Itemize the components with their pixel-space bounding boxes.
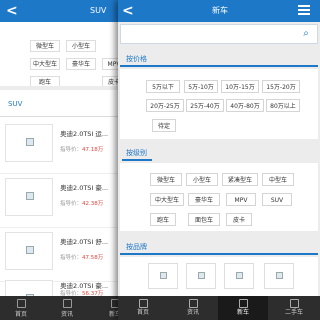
- used-car-icon: [289, 299, 299, 308]
- bottom-tab-bar: 首页 资讯 新车 二手车: [118, 296, 320, 320]
- class-option-suv[interactable]: SUV: [262, 193, 292, 206]
- class-option-van[interactable]: 面包车: [188, 213, 220, 226]
- class-option-sports[interactable]: 跑车: [150, 213, 176, 226]
- price-option-5w-10w[interactable]: 5万-10万: [184, 80, 218, 93]
- price-option-15w-20w[interactable]: 15万-20万: [262, 80, 300, 93]
- class-option-pickup[interactable]: 皮卡: [226, 213, 252, 226]
- tab-new-car-label: 新车: [236, 309, 249, 316]
- back-button[interactable]: <: [122, 1, 138, 21]
- tab-new-car[interactable]: 新车: [218, 296, 268, 320]
- brand-section: [120, 257, 318, 296]
- background-page-title: SUV: [90, 6, 107, 15]
- class-option-compact[interactable]: 紧凑型车: [222, 173, 258, 186]
- page-title: 新车: [212, 6, 228, 15]
- class-option-mpv[interactable]: MPV: [226, 193, 256, 206]
- tab-used-car[interactable]: 二手车: [268, 296, 320, 320]
- new-car-page: < 新车 ⌕ 按价格 5万以下 5万-10万 10万-15万 15万-20万 2…: [118, 0, 320, 320]
- price-section: 5万以下 5万-10万 10万-15万 15万-20万 20万-25万 25万-…: [120, 69, 318, 139]
- menu-icon[interactable]: [298, 5, 310, 16]
- tab-used-car-label: 二手车: [284, 309, 303, 316]
- class-option-small[interactable]: 小型车: [186, 173, 218, 186]
- news-icon: [188, 299, 198, 308]
- brand-item[interactable]: [264, 263, 294, 289]
- brand-section-title: 按品牌: [126, 243, 147, 251]
- image-placeholder-icon: [198, 272, 205, 279]
- search-bar: ⌕: [120, 24, 318, 44]
- class-option-luxury[interactable]: 豪华车: [188, 193, 220, 206]
- class-option-micro[interactable]: 微型车: [150, 173, 182, 186]
- brand-item[interactable]: [148, 263, 178, 289]
- price-section-title: 按价格: [126, 55, 147, 63]
- class-section-underline: [122, 159, 152, 161]
- class-section: 微型车 小型车 紧凑型车 中型车 中大型车 豪华车 MPV SUV 跑车 面包车…: [120, 163, 318, 231]
- search-input[interactable]: [123, 27, 293, 41]
- image-placeholder-icon: [276, 272, 283, 279]
- brand-item[interactable]: [224, 263, 254, 289]
- tab-news[interactable]: 资讯: [168, 296, 218, 320]
- home-icon: [138, 299, 148, 308]
- search-icon[interactable]: ⌕: [298, 26, 314, 42]
- tab-news-label: 资讯: [186, 309, 199, 316]
- image-placeholder-icon: [160, 272, 167, 279]
- price-option-20w-25w[interactable]: 20万-25万: [146, 99, 184, 112]
- header-bar: < 新车: [118, 0, 320, 22]
- price-section-underline: [120, 65, 318, 67]
- background-header: < SUV: [0, 0, 118, 22]
- class-section-title: 按级别: [126, 149, 147, 157]
- price-option-25w-40w[interactable]: 25万-40万: [186, 99, 224, 112]
- car-icon: [238, 299, 248, 308]
- background-dim-overlay: [0, 22, 118, 320]
- class-option-large[interactable]: 中大型车: [150, 193, 184, 206]
- background-page: < SUV 微型车 小型车 中大型车 豪华车 MPV 跑车 皮卡 SUV 奥迪2…: [0, 0, 118, 320]
- brand-item[interactable]: [186, 263, 216, 289]
- image-placeholder-icon: [236, 272, 243, 279]
- brand-section-underline: [120, 253, 318, 255]
- price-option-under-5w[interactable]: 5万以下: [146, 80, 180, 93]
- class-option-midsize[interactable]: 中型车: [262, 173, 294, 186]
- tab-home-label: 首页: [136, 309, 149, 316]
- tab-home[interactable]: 首页: [118, 296, 168, 320]
- price-option-10w-15w[interactable]: 10万-15万: [221, 80, 259, 93]
- price-option-40w-80w[interactable]: 40万-80万: [226, 99, 264, 112]
- price-option-tbd[interactable]: 待定: [152, 119, 176, 132]
- price-option-over-80w[interactable]: 80万以上: [266, 99, 300, 112]
- background-back-button[interactable]: <: [6, 1, 24, 21]
